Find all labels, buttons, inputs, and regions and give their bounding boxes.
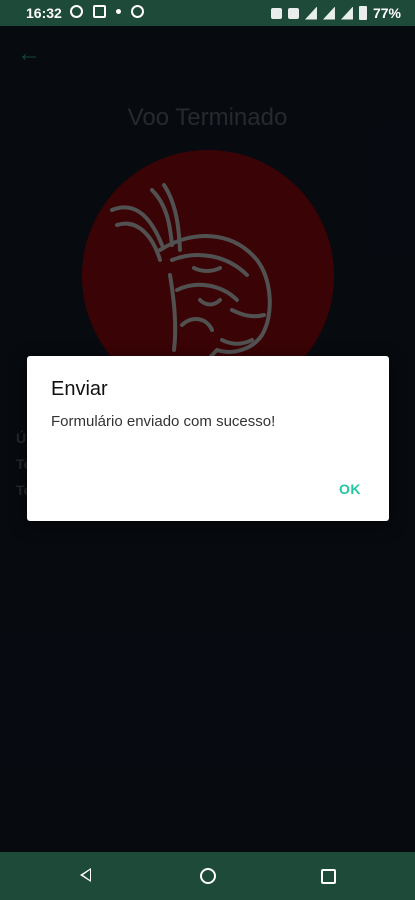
system-icons: 77% (270, 5, 401, 21)
battery-icon (358, 6, 367, 20)
nav-home-icon[interactable] (200, 868, 216, 884)
nav-recents-icon[interactable] (321, 869, 336, 884)
status-time: 16:32 (26, 5, 62, 21)
image-notification-icon (93, 5, 106, 18)
signal-icon (322, 6, 335, 20)
navigation-bar (0, 852, 415, 900)
app-notification-icon (70, 5, 83, 18)
ok-button[interactable]: OK (333, 477, 367, 501)
notification-icons (70, 5, 144, 18)
nav-back-icon[interactable] (80, 868, 91, 882)
status-bar: 16:32 77% (0, 0, 415, 26)
dot-icon (116, 9, 121, 14)
signal-2-icon (340, 6, 353, 20)
circle-notification-icon (131, 5, 144, 18)
nfc-icon (287, 7, 299, 19)
dialog-message: Formulário enviado com sucesso! (51, 413, 276, 430)
alert-dialog: Enviar Formulário enviado com sucesso! O… (27, 356, 389, 521)
dialog-title: Enviar (51, 378, 108, 400)
wifi-icon (304, 6, 317, 20)
battery-percent: 77% (372, 5, 401, 21)
bluetooth-icon (270, 7, 282, 19)
